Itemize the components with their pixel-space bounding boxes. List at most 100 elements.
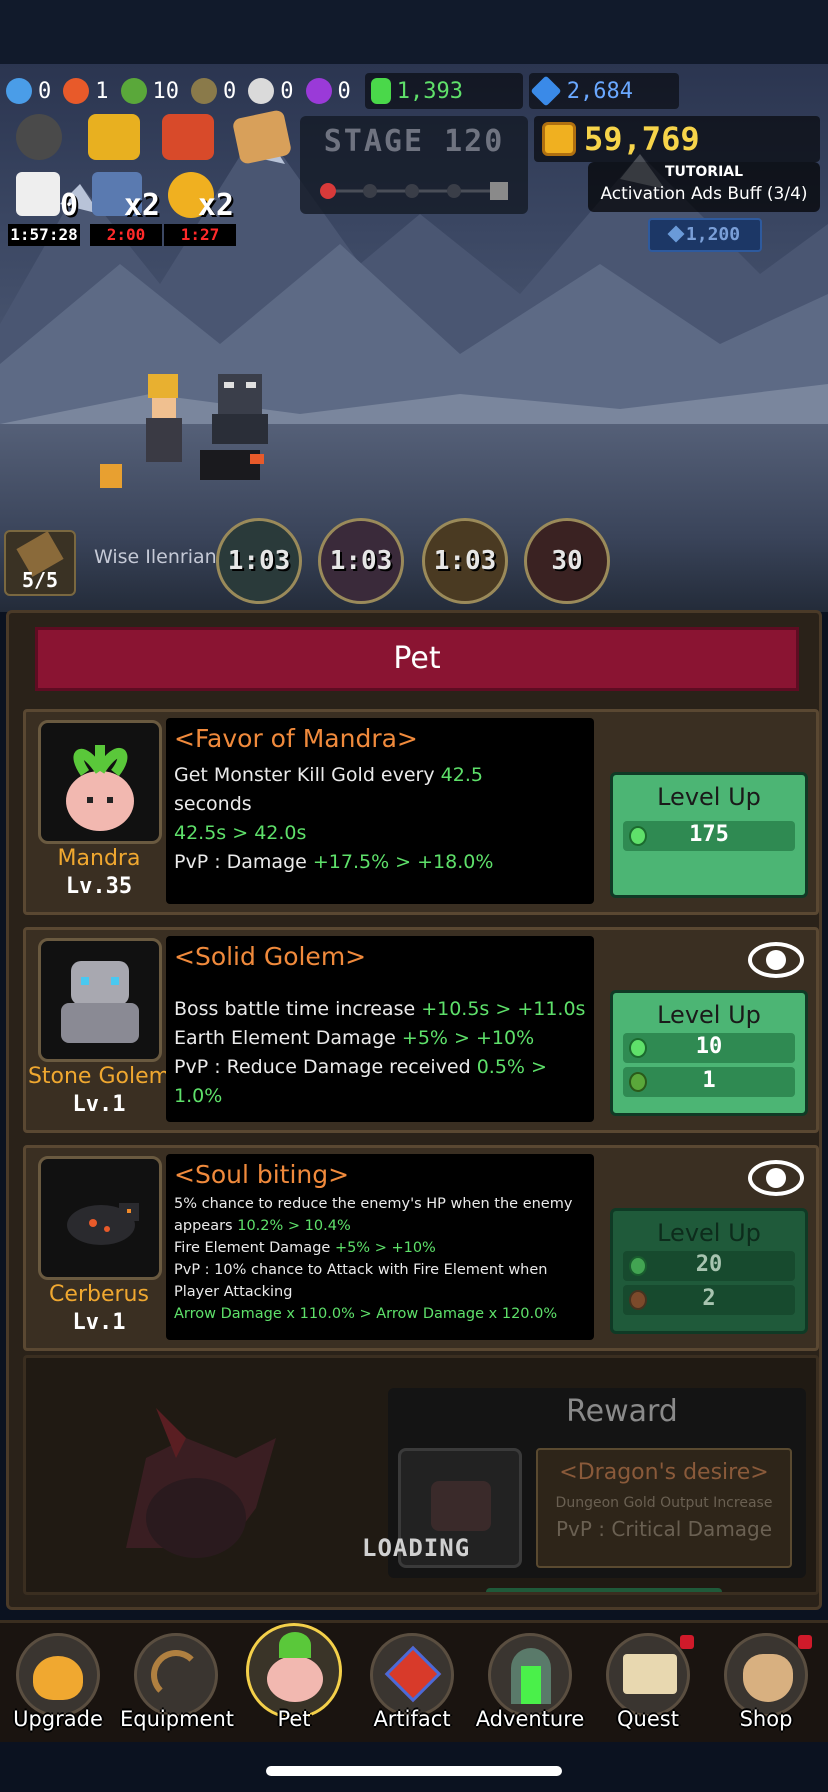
desc-text: Player Attacking bbox=[174, 1284, 293, 1300]
cost-value: 20 bbox=[695, 1252, 723, 1277]
pet-card-mandra: Mandra Lv.35 <Favor of Mandra> Get Monst… bbox=[23, 709, 819, 915]
currency-value: 1 bbox=[95, 78, 109, 104]
level-up-button[interactable]: Level Up 10 1 bbox=[610, 990, 808, 1116]
trophy-icon[interactable] bbox=[88, 114, 140, 160]
home-indicator[interactable] bbox=[266, 1766, 562, 1776]
desc-line: seconds bbox=[174, 790, 586, 819]
gear-stone-icon bbox=[191, 78, 217, 104]
tutorial-banner[interactable]: TUTORIAL Activation Ads Buff (3/4) bbox=[588, 162, 820, 212]
reward-line: Dungeon Gold Output Increase bbox=[555, 1495, 773, 1511]
emerald-value: 1,393 bbox=[396, 78, 463, 104]
cost-value: 1 bbox=[702, 1068, 716, 1093]
currency-value: 0 bbox=[223, 78, 237, 104]
reward-title: Reward bbox=[566, 1394, 678, 1429]
desc-highlight: +5% > +10% bbox=[334, 1240, 436, 1256]
dragon-silhouette-icon bbox=[126, 1408, 276, 1558]
diamond-icon bbox=[667, 225, 685, 243]
level-up-label: Level Up bbox=[657, 1001, 761, 1029]
desc-text: appears bbox=[174, 1218, 238, 1234]
locked-pet-button[interactable] bbox=[486, 1588, 722, 1592]
currency-value: 10 bbox=[152, 78, 180, 104]
reward-line: PvP : Critical Damage bbox=[555, 1517, 773, 1541]
arrow-quiver[interactable]: 5/5 bbox=[4, 530, 76, 596]
pet-card-cerberus: Cerberus Lv.1 <Soul biting> 5% chance to… bbox=[23, 1145, 819, 1351]
settings-gear-icon[interactable] bbox=[16, 114, 62, 160]
ad-buff-cost-button[interactable]: 1,200 bbox=[648, 218, 762, 252]
desc-text: PvP : Reduce Damage received bbox=[174, 1056, 477, 1078]
cost-value: 175 bbox=[689, 822, 729, 847]
arrow-count: 5/5 bbox=[21, 568, 59, 592]
nav-equipment[interactable]: Equipment bbox=[120, 1629, 234, 1741]
cost-value: 10 bbox=[695, 1034, 723, 1059]
nav-pet[interactable]: Pet bbox=[238, 1623, 350, 1741]
buff-attack-speed[interactable]: x2 2:00 bbox=[90, 170, 162, 246]
character-name-label: Wise Ilenrian bbox=[94, 546, 217, 568]
nav-shop[interactable]: Shop bbox=[710, 1629, 822, 1741]
diamond-counter[interactable]: 2,684 bbox=[528, 73, 679, 109]
pet-description: <Favor of Mandra> Get Monster Kill Gold … bbox=[166, 718, 594, 904]
gold-counter: 59,769 bbox=[534, 116, 820, 162]
red-gem-icon bbox=[370, 1633, 454, 1717]
buff-gold[interactable]: x2 1:27 bbox=[164, 170, 236, 246]
tutorial-title: TUTORIAL bbox=[664, 164, 744, 180]
skill-cooldown: 1:03 bbox=[329, 546, 393, 576]
upgrade-slime-icon bbox=[16, 1633, 100, 1717]
stage-progress-track bbox=[320, 182, 508, 200]
nav-adventure[interactable]: Adventure bbox=[474, 1629, 586, 1741]
gift-box-icon[interactable] bbox=[162, 114, 214, 160]
pet-name: Stone Golem bbox=[27, 1064, 171, 1089]
currency-water: 0 bbox=[0, 73, 57, 109]
reward-description: <Dragon's desire> Dungeon Gold Output In… bbox=[536, 1448, 792, 1568]
eye-preview-icon[interactable] bbox=[748, 942, 804, 978]
nav-label: Upgrade bbox=[13, 1707, 103, 1731]
desc-highlight: 10.2% > 10.4% bbox=[237, 1218, 351, 1234]
desc-text: PvP : 10% chance to Attack with Fire Ele… bbox=[174, 1262, 548, 1278]
desc-line: 5% chance to reduce the enemy's HP when … bbox=[174, 1193, 586, 1215]
buff-dice[interactable]: 0 1:57:28 bbox=[8, 170, 80, 246]
currency-purple-gem: 0 bbox=[300, 73, 357, 109]
pet-level: Lv.1 bbox=[72, 1310, 126, 1335]
cerberus-pet-icon bbox=[67, 1203, 139, 1245]
nav-quest[interactable]: Quest bbox=[592, 1629, 704, 1741]
shadow-skill-button[interactable]: 1:03 bbox=[318, 518, 404, 604]
pearl-icon bbox=[248, 78, 275, 104]
bow-icon bbox=[134, 1633, 218, 1717]
desc-text: Boss battle time increase bbox=[174, 998, 422, 1020]
diamond-icon bbox=[530, 75, 562, 107]
emerald-counter[interactable]: 1,393 bbox=[364, 73, 523, 109]
portal-icon bbox=[488, 1633, 572, 1717]
pet-name: Cerberus bbox=[49, 1282, 149, 1307]
desc-line: 42.5s > 42.0s bbox=[174, 819, 586, 848]
reward-name: <Dragon's desire> bbox=[559, 1460, 769, 1485]
skill-cooldown: 1:03 bbox=[227, 546, 291, 576]
currency-gear: 0 bbox=[185, 73, 242, 109]
pet-level: Lv.1 bbox=[72, 1092, 126, 1117]
nav-label: Quest bbox=[617, 1707, 679, 1731]
desc-line: PvP : Reduce Damage received 0.5% > 1.0% bbox=[174, 1053, 586, 1111]
buff-timer: 2:00 bbox=[90, 224, 162, 246]
cost-row: 2 bbox=[623, 1285, 795, 1315]
level-up-button[interactable]: Level Up 20 2 bbox=[610, 1208, 808, 1334]
desc-line: appears 10.2% > 10.4% bbox=[174, 1215, 586, 1237]
desc-highlight: +5% > +10% bbox=[401, 1027, 535, 1049]
cost-row: 10 bbox=[623, 1033, 795, 1063]
cost-row: 1 bbox=[623, 1067, 795, 1097]
level-up-button[interactable]: Level Up 175 bbox=[610, 772, 808, 898]
pet-skill-title: <Soul biting> bbox=[174, 1160, 350, 1189]
desc-text: 5% chance to reduce the enemy's HP when … bbox=[174, 1196, 573, 1212]
nav-artifact[interactable]: Artifact bbox=[356, 1629, 468, 1741]
fire-orb-icon bbox=[63, 78, 90, 104]
nav-upgrade[interactable]: Upgrade bbox=[2, 1629, 114, 1741]
pet-description: <Soul biting> 5% chance to reduce the en… bbox=[166, 1154, 594, 1340]
dragon-pet-icon bbox=[431, 1481, 491, 1531]
earth-skill-button[interactable]: 1:03 bbox=[422, 518, 508, 604]
buff-value: x2 bbox=[197, 188, 234, 223]
currency-pearl: 0 bbox=[242, 73, 299, 109]
desc-highlight: 42.5 bbox=[440, 764, 483, 786]
desc-highlight: 42.5s > 42.0s bbox=[174, 822, 307, 844]
fire-skill-button[interactable]: 30 bbox=[524, 518, 610, 604]
gold-value: 59,769 bbox=[584, 120, 700, 158]
eye-preview-icon[interactable] bbox=[748, 1160, 804, 1196]
wind-skill-button[interactable]: 1:03 bbox=[216, 518, 302, 604]
skill-cooldown: 1:03 bbox=[433, 546, 497, 576]
